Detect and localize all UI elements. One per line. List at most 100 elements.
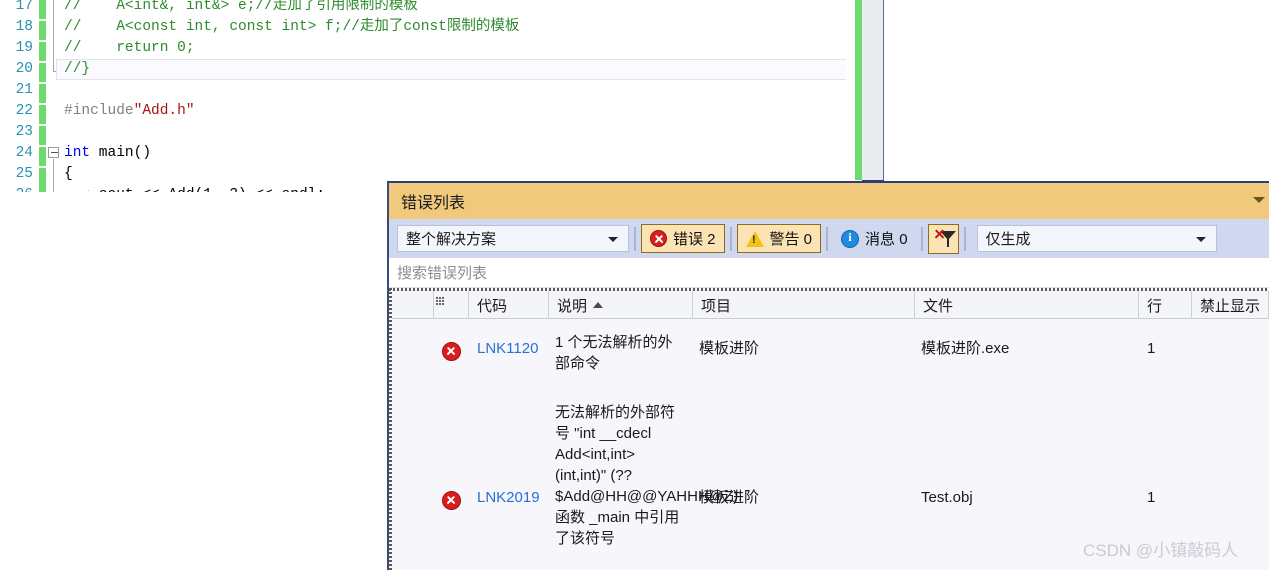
screen: 171819202122232425262728 // A<int&, int&…	[0, 0, 1269, 570]
scope-filter-dropdown[interactable]: 整个解决方案	[397, 225, 629, 252]
error-list-title: 错误列表	[401, 195, 466, 212]
outlining-margin[interactable]	[47, 0, 65, 192]
fold-region-line	[53, 0, 54, 72]
editor-scrollbar-thumb[interactable]	[883, 0, 884, 180]
code-token: // A<int&, int&> e;//走加了引用限制的模板	[64, 0, 418, 14]
fold-region-line-main	[53, 159, 54, 192]
column-header-code[interactable]: 代码	[469, 291, 549, 319]
error-icon	[650, 230, 667, 247]
message-count-toggle[interactable]: 消息 0	[833, 224, 916, 253]
build-filter-dropdown[interactable]: 仅生成	[976, 225, 1217, 252]
code-token: "Add.h"	[133, 103, 195, 119]
info-icon	[841, 229, 860, 248]
error-list-grid: 代码 说明 项目 文件行禁止显示 LNK1120 1 个无法解析的外部命令 模板进阶 模板进…	[389, 288, 1269, 570]
column-header-label: 说明	[557, 297, 588, 315]
line-number: 21	[15, 82, 33, 98]
code-line[interactable]: // A<int&, int&> e;//走加了引用限制的模板	[64, 0, 418, 17]
cell-code[interactable]: LNK1120	[477, 338, 549, 359]
scope-filter-value: 整个解决方案	[406, 231, 497, 248]
message-count-label: 消息 0	[865, 231, 908, 248]
current-line-highlight	[56, 59, 851, 80]
cell-description: 1 个无法解析的外部命令	[555, 334, 673, 372]
warning-icon	[745, 230, 764, 247]
cell-line: 1	[1147, 340, 1156, 357]
column-header-file[interactable]: 文件	[915, 291, 1139, 319]
column-header-line[interactable]: 行	[1139, 291, 1192, 319]
line-number: 18	[15, 19, 33, 35]
column-header-description[interactable]: 说明	[549, 291, 693, 319]
cell-file: Test.obj	[921, 489, 973, 506]
code-line[interactable]: // A<const int, const int> f;//走加了const限…	[64, 17, 519, 38]
line-number-gutter: 171819202122232425262728	[0, 0, 38, 192]
chevron-down-icon[interactable]	[608, 237, 618, 242]
warning-count-label: 警告 0	[769, 231, 813, 248]
change-bar-strip	[39, 0, 46, 192]
funnel-stem-icon	[946, 238, 949, 247]
column-header-sel[interactable]	[392, 291, 434, 319]
sort-ascending-icon	[593, 302, 604, 308]
code-token: // return 0;	[64, 40, 195, 56]
build-filter-value: 仅生成	[985, 231, 1031, 248]
watermark: CSDN @小镇敲码人	[1083, 541, 1239, 560]
toolbar-separator	[963, 226, 966, 251]
toolbar-separator	[729, 226, 732, 251]
error-list-toolbar: 整个解决方案 错误 2 警告 0 消息 0	[389, 219, 1269, 258]
column-header-label: 项目	[701, 297, 732, 315]
code-token: main()	[90, 145, 152, 161]
grid-header-row: 代码 说明 项目 文件 行 禁止显示	[392, 291, 1269, 319]
grid-rows: LNK1120 1 个无法解析的外部命令 模板进阶 模板进阶.exe 1 LNK2019 无…	[392, 320, 1269, 569]
code-token: cout << Add(1, 3) << endl;	[64, 187, 325, 192]
column-header-label: 文件	[923, 297, 954, 315]
code-line[interactable]: {	[64, 164, 73, 185]
code-line[interactable]: cout << Add(1, 3) << endl;	[64, 185, 325, 192]
cell-project: 模板进阶	[699, 340, 760, 357]
column-header-project[interactable]: 项目	[693, 291, 915, 319]
toolbar-separator	[634, 226, 636, 251]
chevron-down-icon[interactable]	[1253, 197, 1265, 203]
column-header-icon[interactable]	[434, 291, 469, 319]
error-list-panel: 错误列表 整个解决方案 错误 2 警告 0 消息 0	[387, 181, 1269, 570]
error-list-title-bar[interactable]: 错误列表	[389, 183, 1269, 219]
line-number: 17	[15, 0, 33, 14]
code-token: //}	[64, 61, 91, 77]
warning-count-toggle[interactable]: 警告 0	[736, 224, 822, 253]
toolbar-separator	[920, 226, 923, 251]
line-number: 22	[15, 103, 33, 119]
search-input-placeholder[interactable]: 搜索错误列表	[397, 262, 487, 283]
line-number: 23	[15, 124, 33, 140]
chevron-down-icon[interactable]	[1195, 237, 1206, 242]
column-header-label: 代码	[477, 297, 508, 315]
column-header-suppression[interactable]: 禁止显示	[1192, 291, 1269, 319]
line-number: 20	[15, 61, 33, 77]
error-icon	[442, 491, 461, 510]
error-count-toggle[interactable]: 错误 2	[641, 224, 725, 253]
error-icon	[442, 342, 461, 361]
line-number: 26	[0, 185, 33, 192]
error-count-label: 错误 2	[673, 231, 716, 248]
code-line[interactable]: // return 0;	[64, 38, 195, 59]
column-header-label: 禁止显示	[1200, 297, 1261, 315]
cell-description: 无法解析的外部符号 "int __cdecl Add<int,int>(int,…	[555, 404, 743, 547]
code-token: int	[64, 145, 91, 161]
search-error-list-row[interactable]: 搜索错误列表	[389, 258, 1269, 288]
toolbar-separator	[826, 226, 829, 251]
clear-filter-button[interactable]	[927, 223, 959, 254]
cell-project: 模板进阶	[699, 489, 760, 506]
editor-scrollbar-gutter	[862, 0, 883, 180]
code-token: #include	[64, 103, 134, 119]
cell-file: 模板进阶.exe	[921, 340, 1010, 357]
code-editor[interactable]: 171819202122232425262728 // A<int&, int&…	[0, 0, 884, 192]
code-line[interactable]: #include"Add.h"	[64, 101, 195, 122]
clear-filter-x-icon	[934, 229, 944, 239]
code-line[interactable]: //}	[64, 59, 90, 80]
line-number: 25	[15, 166, 33, 182]
line-number: 24	[15, 145, 33, 161]
code-line[interactable]: int main()	[64, 143, 151, 164]
code-token: // A<const int, const int> f;//走加了const限…	[64, 19, 520, 35]
cell-line: 1	[1147, 489, 1156, 506]
change-bar-right	[855, 0, 862, 180]
cell-code[interactable]: LNK2019	[477, 487, 549, 508]
collapse-toggle-main[interactable]	[48, 147, 59, 158]
table-row[interactable]: LNK1120 1 个无法解析的外部命令 模板进阶 模板进阶.exe 1	[392, 320, 1269, 406]
line-number: 19	[15, 40, 33, 56]
